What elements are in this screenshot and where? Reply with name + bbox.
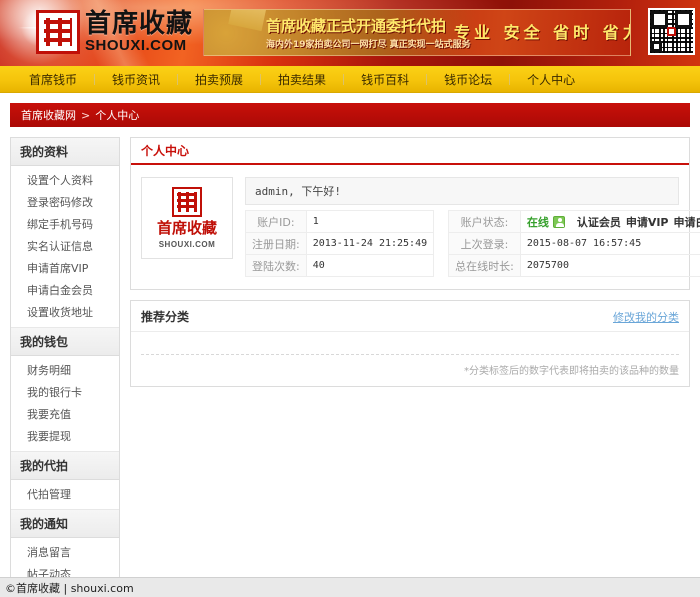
status-online-label: 在线 xyxy=(526,215,549,229)
promo-subline: 海内外19家拍卖公司一网打尽 真正实现一站式服务 xyxy=(266,40,471,50)
recommend-header: 推荐分类 修改我的分类 xyxy=(131,301,689,332)
sidebar-group-title: 我的资料 xyxy=(11,138,119,166)
sidebar-item-1-5[interactable]: 申请首席VIP xyxy=(11,257,119,279)
sidebar-group-2: 我的钱包 财务明细 我的银行卡 我要充值 我要提现 xyxy=(11,327,119,451)
sidebar-item-1-4[interactable]: 实名认证信息 xyxy=(11,235,119,257)
sidebar-group-list: 财务明细 我的银行卡 我要充值 我要提现 xyxy=(11,356,119,451)
panel-header: 个人中心 xyxy=(131,138,689,165)
recommend-note: *分类标签后的数字代表即将拍卖的该品种的数量 xyxy=(464,366,679,377)
breadcrumb-wrap: 首席收藏网 > 个人中心 xyxy=(0,93,700,127)
account-action-link-2[interactable]: 申请VIP xyxy=(626,216,669,229)
sidebar-group-list: 设置个人资料 登录密码修改 绑定手机号码 实名认证信息 申请首席VIP 申请白金会员 设置收… xyxy=(11,166,119,327)
greeting-text: admin, 下午好! xyxy=(245,177,679,205)
avatar-name-cn: 首席收藏 xyxy=(156,219,217,238)
sidebar-group-3: 我的代拍 代拍管理 xyxy=(11,451,119,509)
sidebar-group-title: 我的代拍 xyxy=(11,451,119,480)
sidebar-item-1-1[interactable]: 设置个人资料 xyxy=(11,169,119,191)
info-key: 总在线时长: xyxy=(448,254,521,277)
main-navigation: 首席钱币 钱币资讯 拍卖预展 拍卖结果 钱币百科 钱币论坛 个人中心 xyxy=(0,66,700,93)
breadcrumb-separator: > xyxy=(81,108,91,122)
nav-item-2[interactable]: 钱币资讯 xyxy=(95,71,177,88)
nav-item-4[interactable]: 拍卖结果 xyxy=(261,71,343,88)
sidebar-item-2-2[interactable]: 我的银行卡 xyxy=(11,381,119,403)
promo-headline: 首席收藏正式开通委托代拍 xyxy=(266,17,447,35)
sidebar-item-2-1[interactable]: 财务明细 xyxy=(11,359,119,381)
account-action-link-3[interactable]: 申请白金 xyxy=(674,216,700,229)
page-title: 个人中心 xyxy=(141,144,190,158)
nav-item-5[interactable]: 钱币百科 xyxy=(344,71,426,88)
info-key: 账户状态: xyxy=(448,210,521,233)
avatar[interactable]: 首席收藏 SHOUXI.COM xyxy=(141,177,233,259)
sidebar-item-1-2[interactable]: 登录密码修改 xyxy=(11,191,119,213)
recommend-tag-list xyxy=(141,332,679,354)
nav-item-6[interactable]: 钱币论坛 xyxy=(427,71,509,88)
sidebar-item-1-7[interactable]: 设置收货地址 xyxy=(11,301,119,323)
account-info-table-right: 账户状态: 在线 认证会员申请VIP 申请白金上次登录:2015-08-07 16:5… xyxy=(448,210,700,277)
nav-item-1[interactable]: 首席钱币 xyxy=(12,71,94,88)
table-row: 账户ID: 1 xyxy=(245,210,435,233)
sidebar-item-2-3[interactable]: 我要充值 xyxy=(11,403,119,425)
profile-panel: 个人中心 首席收藏 SHOUXI.COM admin, 下午好! 账户ID: 1 注… xyxy=(130,137,700,290)
site-banner: 首席收藏 SHOUXI.COM 首席收藏正式开通委托代拍 海内外19家拍卖公司一… xyxy=(0,0,700,66)
edit-my-categories-link[interactable]: 修改我的分类 xyxy=(613,309,679,325)
sidebar-group-title: 我的通知 xyxy=(11,509,119,538)
ribbon-decoration-icon xyxy=(228,10,270,32)
page-body: 我的资料 设置个人资料 登录密码修改 绑定手机号码 实名认证信息 申请首席VIP 申请白金会… xyxy=(0,127,700,597)
recommend-title: 推荐分类 xyxy=(141,310,190,324)
breadcrumb-home-link[interactable]: 首席收藏网 xyxy=(21,107,76,123)
site-logo-name-en: SHOUXI.COM xyxy=(85,37,187,54)
panel-body: 首席收藏 SHOUXI.COM admin, 下午好! 账户ID: 1 注册日期: 2… xyxy=(131,165,700,289)
recommend-body xyxy=(131,332,689,355)
info-key: 注册日期: xyxy=(245,232,307,255)
browser-status-bar: ©首席收藏 | shouxi.com xyxy=(0,577,700,597)
account-action-links: 认证会员申请VIP 申请白金 xyxy=(577,214,700,230)
sidebar: 我的资料 设置个人资料 登录密码修改 绑定手机号码 实名认证信息 申请首席VIP 申请白金会… xyxy=(10,137,120,597)
info-key: 登陆次数: xyxy=(245,254,307,277)
profile-row: 首席收藏 SHOUXI.COM admin, 下午好! 账户ID: 1 注册日期: 2… xyxy=(141,177,700,277)
sidebar-group-list: 代拍管理 xyxy=(11,480,119,509)
online-person-icon xyxy=(552,215,565,228)
nav-item-7[interactable]: 个人中心 xyxy=(510,71,592,88)
table-row: 总在线时长: 2075700 xyxy=(448,254,700,277)
breadcrumb: 首席收藏网 > 个人中心 xyxy=(10,103,690,127)
square-seal-logo-icon xyxy=(36,10,80,54)
table-row: 账户状态: 在线 认证会员申请VIP 申请白金 xyxy=(448,210,700,233)
nav-item-3[interactable]: 拍卖预展 xyxy=(178,71,260,88)
info-value: 2013-11-24 21:25:49 xyxy=(305,232,435,255)
table-row: 登陆次数: 40 xyxy=(245,254,435,277)
site-logo[interactable]: 首席收藏 SHOUXI.COM xyxy=(36,10,193,54)
promo-banner-ad[interactable]: 首席收藏正式开通委托代拍 海内外19家拍卖公司一网打尽 真正实现一站式服务 专业… xyxy=(203,9,631,56)
recommend-panel: 推荐分类 修改我的分类 *分类标签后的数字代表即将拍卖的该品种的数量 xyxy=(130,300,690,387)
sidebar-item-1-6[interactable]: 申请白金会员 xyxy=(11,279,119,301)
sidebar-item-2-4[interactable]: 我要提现 xyxy=(11,425,119,447)
breadcrumb-current: 个人中心 xyxy=(95,109,140,122)
info-value: 2015-08-07 16:57:45 xyxy=(519,232,700,255)
table-row: 上次登录: 2015-08-07 16:57:45 xyxy=(448,232,700,255)
square-seal-logo-icon xyxy=(172,187,202,218)
qr-code-icon xyxy=(648,8,695,55)
site-logo-name-cn: 首席收藏 xyxy=(85,9,194,39)
info-value: 40 xyxy=(305,254,435,277)
info-value: 1 xyxy=(305,210,435,233)
sidebar-group-title: 我的钱包 xyxy=(11,327,119,356)
sidebar-group-1: 我的资料 设置个人资料 登录密码修改 绑定手机号码 实名认证信息 申请首席VIP 申请白金会… xyxy=(11,138,119,327)
info-key: 账户ID: xyxy=(245,210,307,233)
account-info-column: admin, 下午好! 账户ID: 1 注册日期: 2013-11-24 21:25:… xyxy=(245,177,700,277)
sidebar-item-1-3[interactable]: 绑定手机号码 xyxy=(11,213,119,235)
site-logo-text: 首席收藏 SHOUXI.COM xyxy=(85,11,193,53)
sidebar-item-4-1[interactable]: 消息留言 xyxy=(11,541,119,563)
main-content: 个人中心 首席收藏 SHOUXI.COM admin, 下午好! 账户ID: 1 注… xyxy=(130,137,700,397)
avatar-name-en: SHOUXI.COM xyxy=(158,239,216,249)
promo-slogan: 专业 安全 省时 省力 xyxy=(454,23,631,42)
account-info-grid: 账户ID: 1 注册日期: 2013-11-24 21:25:49 登陆次数: 40 账户… xyxy=(245,210,700,277)
info-key: 上次登录: xyxy=(448,232,521,255)
sidebar-item-3-1[interactable]: 代拍管理 xyxy=(11,483,119,505)
info-value: 2075700 xyxy=(519,254,700,277)
status-badge: 在线 认证会员申请VIP 申请白金 xyxy=(527,214,700,230)
account-action-link-1[interactable]: 认证会员 xyxy=(577,216,621,229)
status-bar-text: ©首席收藏 | shouxi.com xyxy=(5,581,134,595)
table-row: 注册日期: 2013-11-24 21:25:49 xyxy=(245,232,435,255)
account-info-table-left: 账户ID: 1 注册日期: 2013-11-24 21:25:49 登陆次数: 40 xyxy=(245,210,435,277)
info-value: 在线 认证会员申请VIP 申请白金 xyxy=(519,210,700,233)
